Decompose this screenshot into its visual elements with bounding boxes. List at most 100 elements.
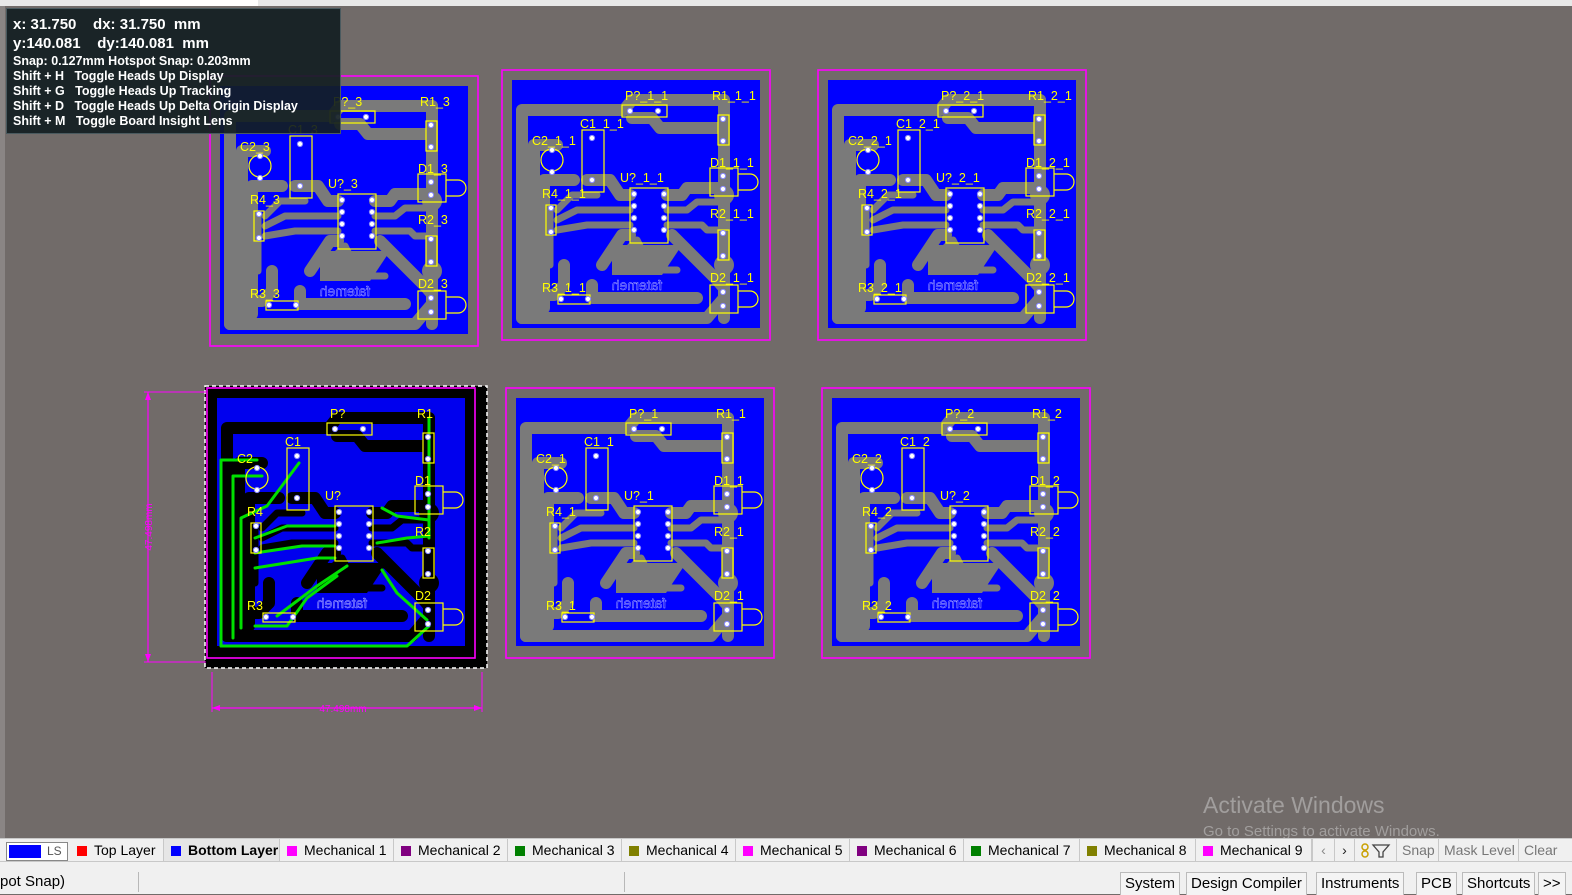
component-designator: R4 bbox=[247, 505, 263, 519]
layer-tab[interactable]: Mechanical 4 bbox=[622, 839, 736, 861]
heads-up-display: x: 31.750 dx: 31.750 mm y:140.081 dy:140… bbox=[6, 8, 341, 134]
horizontal-dimension-label: 47.498mm bbox=[319, 704, 366, 715]
component-designator: C2_2_1 bbox=[848, 134, 892, 148]
component-designator: R2_3 bbox=[418, 213, 448, 227]
component-designator: U?_2 bbox=[940, 489, 970, 503]
layer-tab[interactable]: Mechanical 8 bbox=[1080, 839, 1196, 861]
component-designator: R1_2_1 bbox=[1028, 89, 1072, 103]
snap-button[interactable]: Snap bbox=[1396, 839, 1440, 861]
component-designator: C1_2_1 bbox=[896, 117, 940, 131]
component-designator: C2_1_1 bbox=[532, 134, 576, 148]
component-designator: R4_3 bbox=[250, 193, 280, 207]
clear-button[interactable]: Clear bbox=[1518, 839, 1562, 861]
layer-set-label: LS bbox=[47, 844, 62, 858]
layer-color-swatch bbox=[857, 846, 867, 856]
panel-design-compiler-button[interactable]: Design Compiler bbox=[1186, 872, 1307, 895]
layer-tab-label: Mechanical 3 bbox=[532, 842, 615, 858]
layer-tabs-bar: LS Top Layer Bottom Layer Mechanical 1 Mech… bbox=[0, 838, 1572, 862]
layer-set-selector[interactable]: LS bbox=[6, 842, 68, 861]
layer-tab-label: Mechanical 1 bbox=[304, 842, 387, 858]
watermark-title: Activate Windows bbox=[1203, 792, 1385, 818]
component-designator: R3_2_1 bbox=[858, 281, 902, 295]
component-designator: P?_1 bbox=[629, 407, 658, 421]
mask-level-button[interactable]: Mask Level bbox=[1438, 839, 1520, 861]
layer-tab[interactable]: Top Layer bbox=[70, 839, 164, 861]
layer-tab-label: Mechanical 7 bbox=[988, 842, 1071, 858]
layer-color-swatch bbox=[743, 846, 753, 856]
component-designator: R1_1 bbox=[716, 407, 746, 421]
component-designator: D2_1_1 bbox=[710, 271, 754, 285]
component-designator: R1 bbox=[417, 407, 433, 421]
board-text: fatemeh bbox=[932, 595, 983, 611]
layer-scroll-left-icon[interactable]: ‹ bbox=[1312, 839, 1334, 861]
hud-shortcut: Shift + H Toggle Heads Up Display bbox=[13, 69, 224, 83]
component-designator: C2 bbox=[237, 452, 253, 466]
component-designator: D1_2 bbox=[1030, 474, 1060, 488]
component-designator: R2_2 bbox=[1030, 525, 1060, 539]
layer-tab-label: Mechanical 4 bbox=[646, 842, 729, 858]
component-designator: C1_2 bbox=[900, 435, 930, 449]
component-designator: U?_3 bbox=[328, 177, 358, 191]
board-text: fatemeh bbox=[320, 283, 371, 299]
layer-tab[interactable]: Bottom Layer bbox=[164, 839, 280, 861]
filter-icon bbox=[1361, 843, 1391, 858]
layer-tab[interactable]: Mechanical 7 bbox=[964, 839, 1080, 861]
status-separator bbox=[138, 872, 139, 892]
component-designator: U?_1 bbox=[624, 489, 654, 503]
layer-tab-label: Mechanical 2 bbox=[418, 842, 501, 858]
layer-tab-label: Mechanical 9 bbox=[1220, 842, 1303, 858]
activate-windows-watermark: Activate Windows Go to Settings to activ… bbox=[1203, 792, 1440, 840]
component-designator: R1_2 bbox=[1032, 407, 1062, 421]
layer-color-swatch bbox=[629, 846, 639, 856]
component-designator: R3 bbox=[247, 599, 263, 613]
component-designator: P?_2 bbox=[945, 407, 974, 421]
component-designator: D2_3 bbox=[418, 277, 448, 291]
panel-pcb-button[interactable]: PCB bbox=[1416, 872, 1457, 895]
layer-tab[interactable]: Mechanical 9 bbox=[1196, 839, 1312, 861]
component-designator: C1 bbox=[285, 435, 301, 449]
pcb-board[interactable]: P?_2_1 R1_2_1 C2_2_1 C1_2_1 U?_2_1 R4_2_1 D1_2… bbox=[817, 69, 1087, 341]
hud-shortcut: Shift + M Toggle Board Insight Lens bbox=[13, 114, 233, 128]
layer-color-swatch bbox=[77, 846, 87, 856]
layer-tab-label: Mechanical 6 bbox=[874, 842, 957, 858]
pcb-board[interactable]: P? R1 C2 C1 U? R4 D1 R2 R3 D2 fatemeh bbox=[204, 385, 488, 669]
panel-system-button[interactable]: System bbox=[1120, 872, 1181, 895]
layer-color-swatch bbox=[515, 846, 525, 856]
component-designator: R3_1_1 bbox=[542, 281, 586, 295]
pcb-board[interactable]: P?_1 R1_1 C2_1 C1_1 U?_1 R4_1 D1_1 R2_1 R3_1 D2_1… bbox=[505, 387, 775, 659]
pcb-board[interactable]: P?_1_1 R1_1_1 C2_1_1 C1_1_1 U?_1_1 R4_1_1 D1_1… bbox=[501, 69, 771, 341]
layer-tab[interactable]: Mechanical 1 bbox=[280, 839, 394, 861]
layer-tab[interactable]: Mechanical 3 bbox=[508, 839, 622, 861]
layer-color-swatch bbox=[287, 846, 297, 856]
status-text: pot Snap) bbox=[0, 873, 66, 890]
layer-tab[interactable]: Mechanical 6 bbox=[850, 839, 964, 861]
component-designator: C2_1 bbox=[536, 452, 566, 466]
component-designator: D1_1_1 bbox=[710, 156, 754, 170]
component-designator: U?_2_1 bbox=[936, 171, 980, 185]
component-designator: C1_1 bbox=[584, 435, 614, 449]
component-designator: D1 bbox=[415, 474, 431, 488]
component-designator: D2_1 bbox=[714, 589, 744, 603]
hud-shortcut: Shift + D Toggle Heads Up Delta Origin D… bbox=[13, 99, 298, 113]
pcb-canvas[interactable]: P?_3R1_3C2_3C1_3U?_3R4_3D1_3R2_3R3_3D2_3… bbox=[0, 0, 1572, 840]
layer-scroll-right-icon[interactable]: › bbox=[1334, 839, 1354, 861]
board-text: fatemeh bbox=[612, 277, 663, 293]
component-designator: U?_1_1 bbox=[620, 171, 664, 185]
component-designator: D1_2_1 bbox=[1026, 156, 1070, 170]
layer-filter-button[interactable] bbox=[1354, 839, 1396, 861]
component-designator: R1_3 bbox=[420, 95, 450, 109]
component-designator: R4_1_1 bbox=[542, 187, 586, 201]
board-text: fatemeh bbox=[616, 595, 667, 611]
component-designator: R2 bbox=[415, 525, 431, 539]
layer-tab-label: Mechanical 8 bbox=[1104, 842, 1187, 858]
layer-color-swatch bbox=[1087, 846, 1097, 856]
layer-tab-label: Bottom Layer bbox=[188, 842, 279, 858]
pcb-board[interactable]: P?_2 R1_2 C2_2 C1_2 U?_2 R4_2 D1_2 R2_2 R3_2 D2_2… bbox=[821, 387, 1091, 659]
layer-tab[interactable]: Mechanical 2 bbox=[394, 839, 508, 861]
component-designator: C2_3 bbox=[240, 140, 270, 154]
layer-tab[interactable]: Mechanical 5 bbox=[736, 839, 850, 861]
panel-instruments-button[interactable]: Instruments bbox=[1316, 872, 1405, 895]
component-designator: P?_2_1 bbox=[941, 89, 984, 103]
panel-more-button[interactable]: >> bbox=[1538, 872, 1566, 895]
panel-shortcuts-button[interactable]: Shortcuts bbox=[1462, 872, 1536, 895]
